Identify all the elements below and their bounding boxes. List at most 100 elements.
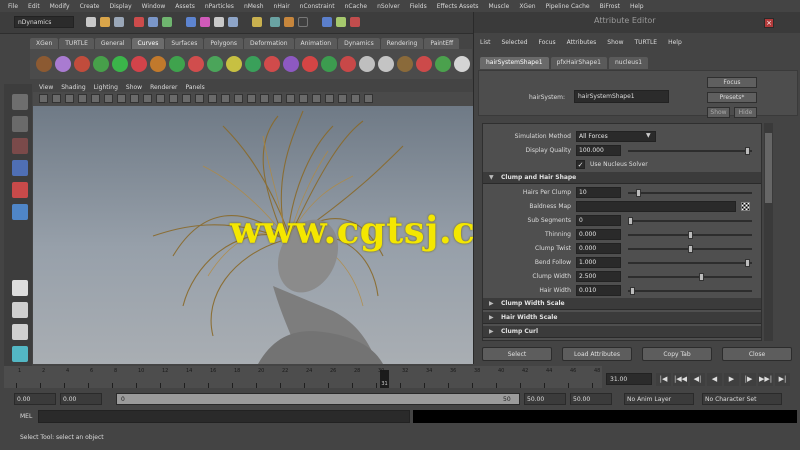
playback-button-8-icon[interactable]: ▶| — [775, 372, 790, 386]
menu-window[interactable]: Window — [142, 3, 166, 10]
menu-nparticles[interactable]: nParticles — [205, 3, 234, 10]
menu-nhair[interactable]: nHair — [274, 3, 290, 10]
viewport-tool-21-icon[interactable] — [299, 94, 308, 103]
playback-button-6-icon[interactable]: |▶ — [741, 372, 756, 386]
render-icon[interactable] — [270, 17, 280, 27]
menu-nconstraint[interactable]: nConstraint — [300, 3, 335, 10]
viewport-tool-6-icon[interactable] — [104, 94, 113, 103]
viewport-tool-2-icon[interactable] — [52, 94, 61, 103]
show-modeling-toolkit-icon[interactable] — [322, 17, 332, 27]
attr-slider[interactable] — [628, 245, 752, 253]
viewport-tool-20-icon[interactable] — [286, 94, 295, 103]
menu-xgen[interactable]: XGen — [519, 3, 535, 10]
move-tool-icon[interactable] — [12, 160, 28, 176]
select-tool-icon[interactable] — [12, 94, 28, 110]
viewport-tool-19-icon[interactable] — [273, 94, 282, 103]
section-clump-curl[interactable]: ▶ Clump Curl — [483, 326, 761, 338]
menu-file[interactable]: File — [8, 3, 18, 10]
use-nucleus-checkbox[interactable]: ✓ — [576, 160, 585, 169]
attr-value-field[interactable]: 100.000 — [576, 145, 621, 156]
menu-edit[interactable]: Edit — [28, 3, 40, 10]
shelf-tool-8-icon[interactable] — [169, 56, 185, 72]
ae-tab-nucleus1[interactable]: nucleus1 — [609, 57, 649, 69]
shelf-tool-3-icon[interactable] — [74, 56, 90, 72]
attr-slider[interactable] — [628, 287, 752, 295]
animation-end-field[interactable]: 50.00 — [570, 393, 612, 405]
collapsed-triangle-icon[interactable]: ▶ — [489, 326, 494, 338]
attr-slider-thumb[interactable] — [745, 259, 750, 267]
viewport-tool-17-icon[interactable] — [247, 94, 256, 103]
shelf-tool-21-icon[interactable] — [416, 56, 432, 72]
attr-value-field[interactable]: 0.000 — [576, 229, 621, 240]
shelf-tab-turtle[interactable]: TURTLE — [59, 38, 94, 49]
viewport-tool-25-icon[interactable] — [351, 94, 360, 103]
render-settings-icon[interactable] — [298, 17, 308, 27]
ae-menu-turtle[interactable]: TURTLE — [634, 39, 657, 46]
viewport-tool-18-icon[interactable] — [260, 94, 269, 103]
attr-slider[interactable] — [628, 189, 752, 197]
viewport-tool-14-icon[interactable] — [208, 94, 217, 103]
hypershade-layout-icon[interactable] — [12, 346, 28, 362]
menu-nmesh[interactable]: nMesh — [244, 3, 264, 10]
ae-menu-attributes[interactable]: Attributes — [567, 39, 597, 46]
shelf-tool-12-icon[interactable] — [245, 56, 261, 72]
viewport-tool-4-icon[interactable] — [78, 94, 87, 103]
viewport-menu-panels[interactable]: Panels — [185, 84, 204, 91]
scale-tool-icon[interactable] — [12, 204, 28, 220]
command-input[interactable] — [38, 410, 410, 423]
menu-create[interactable]: Create — [80, 3, 100, 10]
lasso-tool-icon[interactable] — [12, 116, 28, 132]
focus-button[interactable]: Focus — [707, 77, 757, 88]
command-language-toggle[interactable]: MEL — [20, 410, 32, 423]
ae-menu-show[interactable]: Show — [607, 39, 623, 46]
shelf-tool-2-icon[interactable] — [55, 56, 71, 72]
shelf-tool-16-icon[interactable] — [321, 56, 337, 72]
ae-select-button[interactable]: Select — [482, 347, 552, 361]
snap-curve-icon[interactable] — [200, 17, 210, 27]
paint-select-tool-icon[interactable] — [12, 138, 28, 154]
history-icon[interactable] — [252, 17, 262, 27]
viewport-menu-view[interactable]: View — [39, 84, 53, 91]
playback-button-3-icon[interactable]: ◀| — [690, 372, 705, 386]
playback-button-2-icon[interactable]: |◀◀ — [673, 372, 688, 386]
viewport-tool-8-icon[interactable] — [130, 94, 139, 103]
shelf-tab-deformation[interactable]: Deformation — [244, 38, 294, 49]
viewport-menu-lighting[interactable]: Lighting — [94, 84, 118, 91]
attr-slider[interactable] — [628, 217, 752, 225]
collapsed-triangle-icon[interactable]: ▶ — [489, 312, 494, 324]
shelf-tool-10-icon[interactable] — [207, 56, 223, 72]
ae-menu-selected[interactable]: Selected — [502, 39, 528, 46]
playback-button-7-icon[interactable]: ▶▶| — [758, 372, 773, 386]
menu-assets[interactable]: Assets — [175, 3, 195, 10]
attr-value-field[interactable]: 2.500 — [576, 271, 621, 282]
attr-slider[interactable] — [628, 231, 752, 239]
playback-button-5-icon[interactable]: ▶ — [724, 372, 739, 386]
shelf-tool-13-icon[interactable] — [264, 56, 280, 72]
ipr-render-icon[interactable] — [284, 17, 294, 27]
viewport-tool-1-icon[interactable] — [39, 94, 48, 103]
menu-effects-assets[interactable]: Effects Assets — [437, 3, 479, 10]
attr-slider-thumb[interactable] — [745, 147, 750, 155]
ae-tab-pfxhairshape1[interactable]: pfxHairShape1 — [550, 57, 607, 69]
shelf-tool-6-icon[interactable] — [131, 56, 147, 72]
expanded-triangle-icon[interactable]: ▼ — [489, 172, 494, 184]
menu-modify[interactable]: Modify — [50, 3, 70, 10]
snap-point-icon[interactable] — [214, 17, 224, 27]
chevron-down-icon[interactable]: ▼ — [646, 132, 651, 139]
playback-start-field[interactable]: 0.00 — [60, 393, 102, 405]
shelf-tool-20-icon[interactable] — [397, 56, 413, 72]
attr-slider-thumb[interactable] — [630, 287, 635, 295]
show-button[interactable]: Show — [707, 107, 730, 118]
shelf-tab-painteff[interactable]: PaintEff — [424, 38, 460, 49]
viewport-tool-9-icon[interactable] — [143, 94, 152, 103]
section-clump-and-hair-shape[interactable]: ▼ Clump and Hair Shape — [483, 172, 761, 184]
rotate-tool-icon[interactable] — [12, 182, 28, 198]
shelf-tool-1-icon[interactable] — [36, 56, 52, 72]
show-tool-settings-icon[interactable] — [350, 17, 360, 27]
shelf-tool-23-icon[interactable] — [454, 56, 470, 72]
shelf-tool-22-icon[interactable] — [435, 56, 451, 72]
viewport-tool-7-icon[interactable] — [117, 94, 126, 103]
menu-muscle[interactable]: Muscle — [489, 3, 510, 10]
range-slider[interactable]: 0 50 — [116, 393, 520, 405]
close-icon[interactable]: × — [764, 18, 774, 28]
